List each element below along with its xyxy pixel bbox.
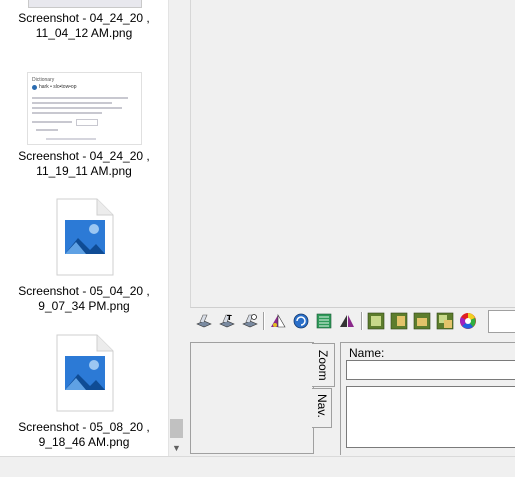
scrollbar-thumb[interactable] (170, 419, 183, 438)
tab-zoom-label: Zoom (316, 350, 330, 381)
status-bar (0, 456, 515, 477)
file-name: Screenshot - 04_24_20 , (18, 149, 150, 163)
file-item[interactable]: Dictionary hark • slo•tow•op Screenshot … (0, 72, 168, 182)
file-name: 9_18_46 AM.png (38, 435, 130, 449)
image-file-icon (56, 334, 114, 412)
image-paste-icon[interactable] (436, 312, 454, 330)
file-name: 11_04_12 AM.png (35, 26, 133, 40)
speaker-icon (32, 85, 37, 90)
file-name: 9_07_34 PM.png (38, 299, 130, 313)
file-name: Screenshot - 04_24_20 , (18, 11, 150, 25)
description-field[interactable] (346, 386, 515, 448)
file-name: Screenshot - 05_04_20 , (18, 284, 150, 298)
image-file-icon (56, 198, 114, 276)
sharpen-icon[interactable] (269, 312, 287, 330)
scan-icon[interactable] (195, 312, 213, 330)
file-name: Screenshot - 05_08_20 , (18, 420, 150, 434)
rotate-icon[interactable] (292, 312, 310, 330)
flip-icon[interactable] (338, 312, 356, 330)
vertical-scrollbar[interactable] (168, 0, 186, 456)
zoom-panel (190, 342, 314, 454)
dictionary-screenshot-thumbnail: Dictionary hark • slo•tow•op (27, 72, 142, 145)
name-label: Name: (349, 346, 385, 360)
svg-text:T: T (227, 314, 232, 322)
file-item[interactable]: Screenshot - 04_24_20 , 11_04_12 AM.png (0, 0, 168, 44)
scroll-down-icon[interactable]: ▼ (168, 440, 185, 456)
tab-nav-label: Nav. (315, 394, 329, 418)
image-preview-area[interactable] (190, 0, 515, 308)
file-item[interactable]: Screenshot - 05_08_20 , 9_18_46 AM.png (0, 334, 168, 450)
screenshot-thumbnail (28, 0, 142, 8)
scan-options-icon[interactable] (241, 312, 259, 330)
image-add-icon[interactable] (367, 312, 385, 330)
file-item[interactable]: Screenshot - 05_04_20 , 9_07_34 PM.png (0, 198, 168, 314)
color-wheel-icon[interactable] (459, 312, 477, 330)
file-name: 11_19_11 AM.png (36, 164, 132, 178)
thumb-word: hark • slo•tow•op (39, 84, 77, 90)
image-copy-icon[interactable] (413, 312, 431, 330)
thumb-heading: Dictionary (32, 77, 55, 83)
tab-zoom[interactable]: Zoom (312, 343, 335, 387)
scan-text-icon[interactable]: T (218, 312, 236, 330)
file-list[interactable]: Screenshot - 04_24_20 , 11_04_12 AM.png … (0, 0, 168, 456)
zoom-field[interactable] (488, 310, 515, 333)
image-move-icon[interactable] (390, 312, 408, 330)
tab-nav[interactable]: Nav. (312, 388, 332, 428)
toolbar: T (190, 308, 515, 334)
name-field[interactable] (346, 360, 515, 380)
list-icon[interactable] (315, 312, 333, 330)
